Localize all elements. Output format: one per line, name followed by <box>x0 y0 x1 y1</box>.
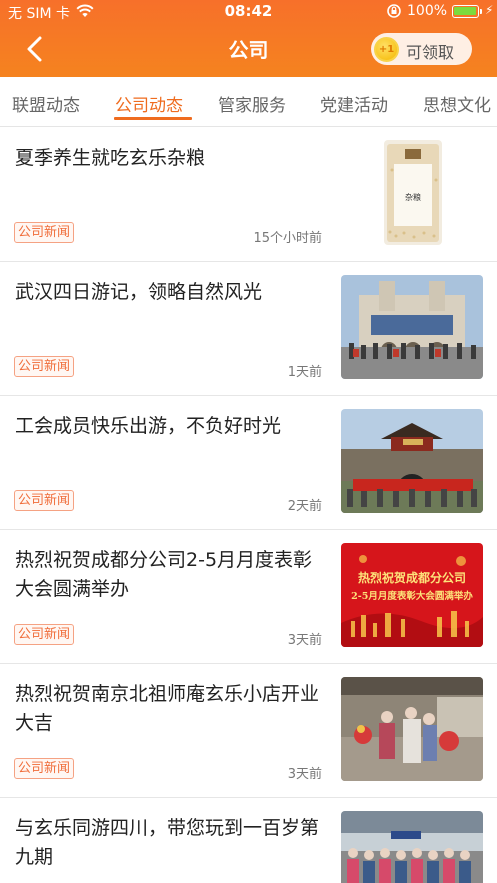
banner-line-2: 2-5月月度表彰大会圆满举办 <box>351 591 473 602</box>
coin-icon: +1 <box>374 37 399 62</box>
category-tabs: 联盟动态 公司动态 管家服务 党建活动 思想文化 <box>0 77 497 127</box>
status-bar: 无 SIM 卡 08:42 100% ⚡ <box>0 0 497 24</box>
battery-icon <box>452 5 479 18</box>
charging-icon: ⚡ <box>485 3 494 17</box>
tab-company-news[interactable]: 公司动态 <box>115 91 183 116</box>
article-thumbnail <box>341 811 483 883</box>
back-icon[interactable] <box>22 34 50 64</box>
article-item[interactable]: 热烈祝贺南京北祖师庵玄乐小店开业大吉 公司新闻 3天前 <box>0 664 497 798</box>
battery-tip <box>480 9 482 14</box>
article-item[interactable]: 武汉四日游记，领略自然风光 公司新闻 1天前 <box>0 262 497 396</box>
article-item[interactable]: 工会成员快乐出游，不负好时光 公司新闻 2天前 <box>0 396 497 530</box>
article-time: 2天前 <box>287 499 322 514</box>
rotation-lock-icon <box>386 3 402 23</box>
article-item[interactable]: 夏季养生就吃玄乐杂粮 公司新闻 15个小时前 杂粮 <box>0 128 497 262</box>
article-title: 夏季养生就吃玄乐杂粮 <box>15 147 206 169</box>
article-thumbnail: 杂粮 <box>384 140 442 245</box>
article-title: 与玄乐同游四川，带您玩到一百岁第九期 <box>15 817 320 868</box>
article-time: 3天前 <box>287 633 322 648</box>
article-tag: 公司新闻 <box>14 356 75 377</box>
article-title: 武汉四日游记，领略自然风光 <box>15 281 263 303</box>
tab-party-activities[interactable]: 党建活动 <box>320 91 388 116</box>
article-time: 1天前 <box>287 365 322 380</box>
tab-ideology-culture[interactable]: 思想文化 <box>423 91 491 116</box>
article-thumbnail <box>341 677 483 781</box>
app-header: 无 SIM 卡 08:42 100% ⚡ 公司 +1 可领取 <box>0 0 497 77</box>
article-thumbnail <box>341 409 483 513</box>
article-tag: 公司新闻 <box>14 222 75 243</box>
tab-alliance-news[interactable]: 联盟动态 <box>12 91 80 116</box>
article-title: 热烈祝贺成都分公司2-5月月度表彰大会圆满举办 <box>15 549 313 600</box>
banner-line-1: 热烈祝贺成都分公司 <box>357 571 466 585</box>
article-tag: 公司新闻 <box>14 490 75 511</box>
article-thumbnail <box>341 275 483 379</box>
battery-percent: 100% <box>407 3 448 19</box>
svg-text:杂粮: 杂粮 <box>405 192 421 202</box>
article-tag: 公司新闻 <box>14 624 75 645</box>
claim-label: 可领取 <box>406 43 455 62</box>
article-item[interactable]: 热烈祝贺成都分公司2-5月月度表彰大会圆满举办 公司新闻 3天前 热烈祝贺成都分… <box>0 530 497 664</box>
article-item[interactable]: 与玄乐同游四川，带您玩到一百岁第九期 <box>0 798 497 883</box>
article-thumbnail: 热烈祝贺成都分公司 2-5月月度表彰大会圆满举办 <box>341 543 483 647</box>
article-time: 15个小时前 <box>253 231 322 246</box>
article-title: 热烈祝贺南京北祖师庵玄乐小店开业大吉 <box>15 683 320 734</box>
article-tag: 公司新闻 <box>14 758 75 779</box>
article-title: 工会成员快乐出游，不负好时光 <box>15 415 282 437</box>
claim-reward-button[interactable]: +1 可领取 <box>371 33 472 65</box>
active-tab-indicator <box>114 117 192 120</box>
article-time: 3天前 <box>287 767 322 782</box>
tab-butler-service[interactable]: 管家服务 <box>218 91 286 116</box>
